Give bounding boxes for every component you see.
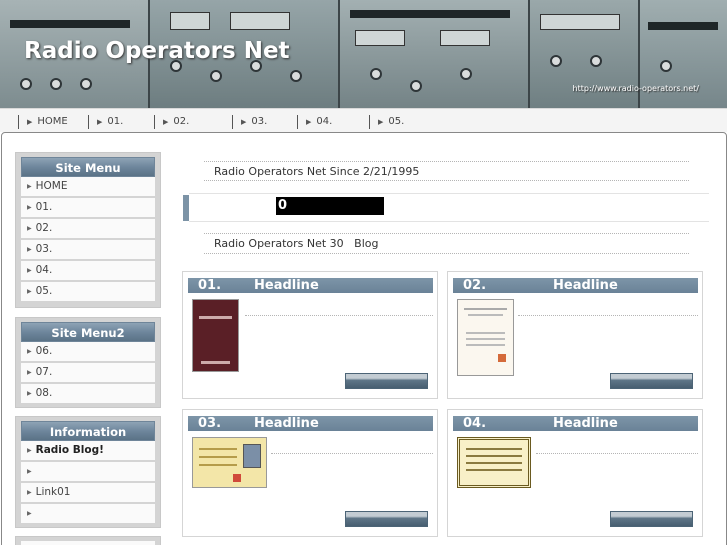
site-url[interactable]: http://www.radio-operators.net/ [573,84,699,93]
arrow-right-icon: ▶ [27,246,32,253]
arrow-right-icon: ▶ [27,489,32,496]
counter-accent-bar [183,195,189,221]
card-header: 01. Headline [188,278,433,293]
divider [204,233,689,234]
arrow-right-icon: ▶ [27,390,32,397]
card-header: 04. Headline [453,416,698,431]
arrow-right-icon: ▶ [27,118,33,126]
divider [204,161,689,162]
arrow-right-icon: ▶ [27,447,32,454]
arrow-right-icon: ▶ [306,118,312,126]
divider [204,180,689,181]
radio-panel-image [340,0,530,108]
sidebar-extra-box [15,536,161,545]
nav-item-02[interactable]: ▶ 02. [154,115,189,129]
card-header: 03. Headline [188,416,433,431]
sidebar-menu-title: Site Menu [21,157,155,177]
headline-card-01: 01. Headline [182,271,438,399]
card-title[interactable]: Headline [553,278,618,293]
site-title: Radio Operators Net [24,38,290,64]
sidebar-item-link01[interactable]: ▶ Link01 [21,483,155,504]
arrow-right-icon: ▶ [241,118,247,126]
card-title[interactable]: Headline [553,416,618,431]
headline-card-02: 02. Headline [447,271,703,399]
sidebar-info-title: Information [21,421,155,441]
card-number: 04. [463,416,487,431]
sidebar-item-home[interactable]: ▶ HOME [21,177,155,198]
divider [204,253,689,254]
sidebar-item-01[interactable]: ▶ 01. [21,198,155,219]
card-number: 02. [463,278,487,293]
arrow-right-icon: ▶ [27,267,32,274]
arrow-right-icon: ▶ [27,183,32,190]
nav-item-03[interactable]: ▶ 03. [232,115,267,129]
visitor-counter: 0 [276,197,384,215]
sidebar-item-07[interactable]: ▶ 07. [21,363,155,384]
sidebar-item-info-4[interactable]: ▶ [21,504,155,525]
sidebar-site-menu2: Site Menu2 ▶ 06. ▶ 07. ▶ 08. [15,317,161,408]
headline-card-04: 04. Headline [447,409,703,537]
arrow-right-icon: ▶ [163,118,169,126]
card-title[interactable]: Headline [254,278,319,293]
sidebar-item-02[interactable]: ▶ 02. [21,219,155,240]
sidebar-item-08[interactable]: ▶ 08. [21,384,155,405]
card-number: 01. [198,278,222,293]
nav-item-04[interactable]: ▶ 04. [297,115,332,129]
header-banner: Radio Operators Net http://www.radio-ope… [0,0,727,108]
card-title[interactable]: Headline [254,416,319,431]
sidebar-item-radio-blog[interactable]: ▶ Radio Blog! [21,441,155,462]
arrow-right-icon: ▶ [27,369,32,376]
arrow-right-icon: ▶ [27,348,32,355]
arrow-right-icon: ▶ [378,118,384,126]
divider [245,315,433,316]
more-button[interactable] [345,373,428,389]
nav-item-home[interactable]: ▶ HOME [18,115,68,129]
blog-text[interactable]: Radio Operators Net 30 Blog [214,237,378,250]
arrow-right-icon: ▶ [27,204,32,211]
nav-item-01[interactable]: ▶ 01. [88,115,123,129]
sidebar-menu2-title: Site Menu2 [21,322,155,342]
sidebar-item-06[interactable]: ▶ 06. [21,342,155,363]
since-text: Radio Operators Net Since 2/21/1995 [214,165,420,178]
divider [518,315,698,316]
arrow-right-icon: ▶ [27,510,32,517]
card-header: 02. Headline [453,278,698,293]
more-button[interactable] [610,511,693,527]
sidebar-item-04[interactable]: ▶ 04. [21,261,155,282]
headline-card-03: 03. Headline [182,409,438,537]
divider [189,221,709,222]
framed-certificate-image[interactable] [457,437,531,488]
certificate-document-image[interactable] [457,299,514,376]
card-number: 03. [198,416,222,431]
nav-item-05[interactable]: ▶ 05. [369,115,404,129]
arrow-right-icon: ▶ [27,468,32,475]
divider [271,453,433,454]
top-nav: ▶ HOME ▶ 01. ▶ 02. ▶ 03. ▶ 04. ▶ 05. [0,108,727,132]
arrow-right-icon: ▶ [97,118,103,126]
more-button[interactable] [345,511,428,527]
book-cover-image[interactable] [192,299,239,372]
sidebar-site-menu: Site Menu ▶ HOME ▶ 01. ▶ 02. ▶ 03. ▶ 04. ▶ 05. [15,152,161,308]
id-license-card-image[interactable] [192,437,267,488]
more-button[interactable] [610,373,693,389]
sidebar-item-info-2[interactable]: ▶ [21,462,155,483]
divider [189,193,709,194]
sidebar-extra-item [21,541,155,545]
sidebar-item-05[interactable]: ▶ 05. [21,282,155,303]
sidebar-item-03[interactable]: ▶ 03. [21,240,155,261]
arrow-right-icon: ▶ [27,288,32,295]
sidebar-information: Information ▶ Radio Blog! ▶ ▶ Link01 ▶ [15,416,161,528]
divider [536,453,698,454]
arrow-right-icon: ▶ [27,225,32,232]
